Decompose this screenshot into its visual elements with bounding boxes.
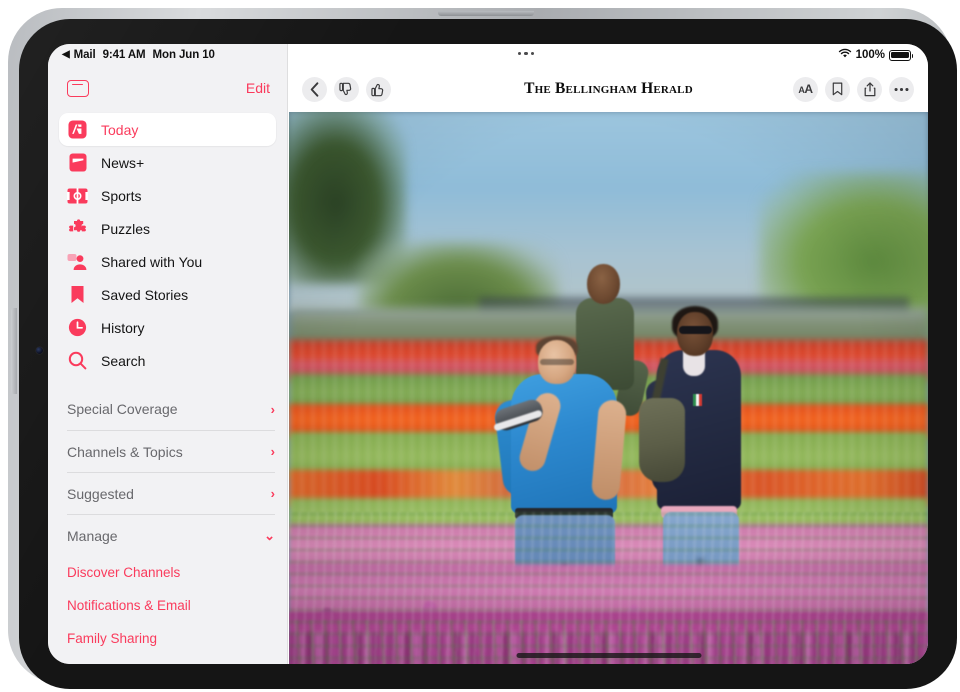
sidebar-item-label: News+: [101, 155, 144, 171]
share-button[interactable]: [857, 77, 882, 102]
sidebar-link-notifications-and-email[interactable]: Notifications & Email: [67, 589, 287, 622]
shared-with-you-icon: [67, 251, 88, 272]
status-bar-time: 9:41 AM: [103, 49, 146, 61]
front-camera-icon: [36, 347, 43, 354]
article-toolbar: The Bellingham Herald AA: [289, 66, 928, 112]
sidebar-link-family-sharing[interactable]: Family Sharing: [67, 622, 287, 655]
puzzle-piece-icon: [67, 218, 88, 239]
sidebar-item-saved-stories[interactable]: Saved Stories: [59, 278, 276, 311]
chevron-right-icon: ›: [271, 487, 275, 500]
sidebar-item-label: Search: [101, 353, 145, 369]
sidebar-link-label: Notifications & Email: [67, 598, 191, 613]
sidebar-link-discover-channels[interactable]: Discover Channels: [67, 556, 287, 589]
sidebar-item-search[interactable]: Search: [59, 344, 276, 377]
ipad-device-frame: ◀ Mail 9:41 AM Mon Jun 10 Edit Today: [8, 8, 952, 684]
sidebar-section-label: Channels & Topics: [67, 444, 183, 460]
battery-icon: [889, 50, 911, 61]
status-bar-right: 100%: [289, 44, 928, 66]
sidebar-section-manage[interactable]: Manage ⌄: [67, 514, 275, 556]
back-button[interactable]: [302, 77, 327, 102]
battery-percent-label: 100%: [856, 49, 885, 61]
sidebar-item-shared-with-you[interactable]: Shared with You: [59, 245, 276, 278]
sidebar-item-label: Today: [101, 122, 138, 138]
multitasking-control-icon[interactable]: [518, 52, 534, 55]
sidebar-section-special-coverage[interactable]: Special Coverage ›: [67, 388, 275, 430]
sidebar-section-channels-and-topics[interactable]: Channels & Topics ›: [67, 430, 275, 472]
sidebar-item-puzzles[interactable]: Puzzles: [59, 212, 276, 245]
new-folder-icon[interactable]: [67, 80, 89, 97]
sidebar-nav-list: Today News+ Sports: [48, 110, 287, 377]
sidebar-item-label: Saved Stories: [101, 287, 188, 303]
wifi-icon: [838, 48, 852, 62]
sidebar-section-label: Manage: [67, 528, 118, 544]
chevron-right-icon: ›: [271, 445, 275, 458]
device-top-antenna-band: [438, 11, 534, 16]
sidebar-item-label: History: [101, 320, 145, 336]
sidebar-item-history[interactable]: History: [59, 311, 276, 344]
clock-icon: [67, 317, 88, 338]
status-bar-date: Mon Jun 10: [153, 49, 215, 61]
sidebar-header: Edit: [48, 66, 287, 110]
toolbar-right-group: AA: [793, 77, 914, 102]
sidebar-sections: Special Coverage › Channels & Topics › S…: [48, 388, 287, 655]
news-plus-icon: [67, 152, 88, 173]
dislike-button[interactable]: [334, 77, 359, 102]
sidebar-link-label: Family Sharing: [67, 631, 157, 646]
sidebar-item-today[interactable]: Today: [59, 113, 276, 146]
home-indicator[interactable]: [516, 653, 701, 658]
sidebar-item-label: Puzzles: [101, 221, 150, 237]
sidebar-item-sports[interactable]: Sports: [59, 179, 276, 212]
search-icon: [67, 350, 88, 371]
ipad-screen: ◀ Mail 9:41 AM Mon Jun 10 Edit Today: [48, 44, 928, 664]
toolbar-left-group: [302, 77, 391, 102]
photo-vignette: [289, 112, 928, 664]
article-pane: 100% The Bellingham Herald: [289, 44, 928, 664]
text-size-button[interactable]: AA: [793, 77, 818, 102]
sidebar-link-label: Discover Channels: [67, 565, 180, 580]
chevron-right-icon: ›: [271, 403, 275, 416]
back-to-app-arrow-icon[interactable]: ◀: [62, 50, 70, 60]
like-button[interactable]: [366, 77, 391, 102]
device-side-button[interactable]: [11, 308, 17, 394]
save-story-button[interactable]: [825, 77, 850, 102]
sidebar-item-label: Shared with You: [101, 254, 202, 270]
back-to-app-label[interactable]: Mail: [74, 49, 96, 61]
sidebar-section-label: Suggested: [67, 486, 134, 502]
sidebar-item-news-plus[interactable]: News+: [59, 146, 276, 179]
news-sidebar: ◀ Mail 9:41 AM Mon Jun 10 Edit Today: [48, 44, 288, 664]
status-bar-left: ◀ Mail 9:41 AM Mon Jun 10: [48, 44, 287, 66]
apple-news-icon: [67, 119, 88, 140]
edit-button[interactable]: Edit: [246, 80, 270, 96]
sidebar-section-label: Special Coverage: [67, 401, 178, 417]
sidebar-item-label: Sports: [101, 188, 141, 204]
more-options-button[interactable]: [889, 77, 914, 102]
sports-field-icon: [67, 185, 88, 206]
article-hero-photo[interactable]: [289, 112, 928, 664]
chevron-down-icon: ⌄: [264, 529, 275, 542]
text-size-aa-icon: AA: [798, 82, 812, 96]
bookmark-icon: [67, 284, 88, 305]
sidebar-section-suggested[interactable]: Suggested ›: [67, 472, 275, 514]
